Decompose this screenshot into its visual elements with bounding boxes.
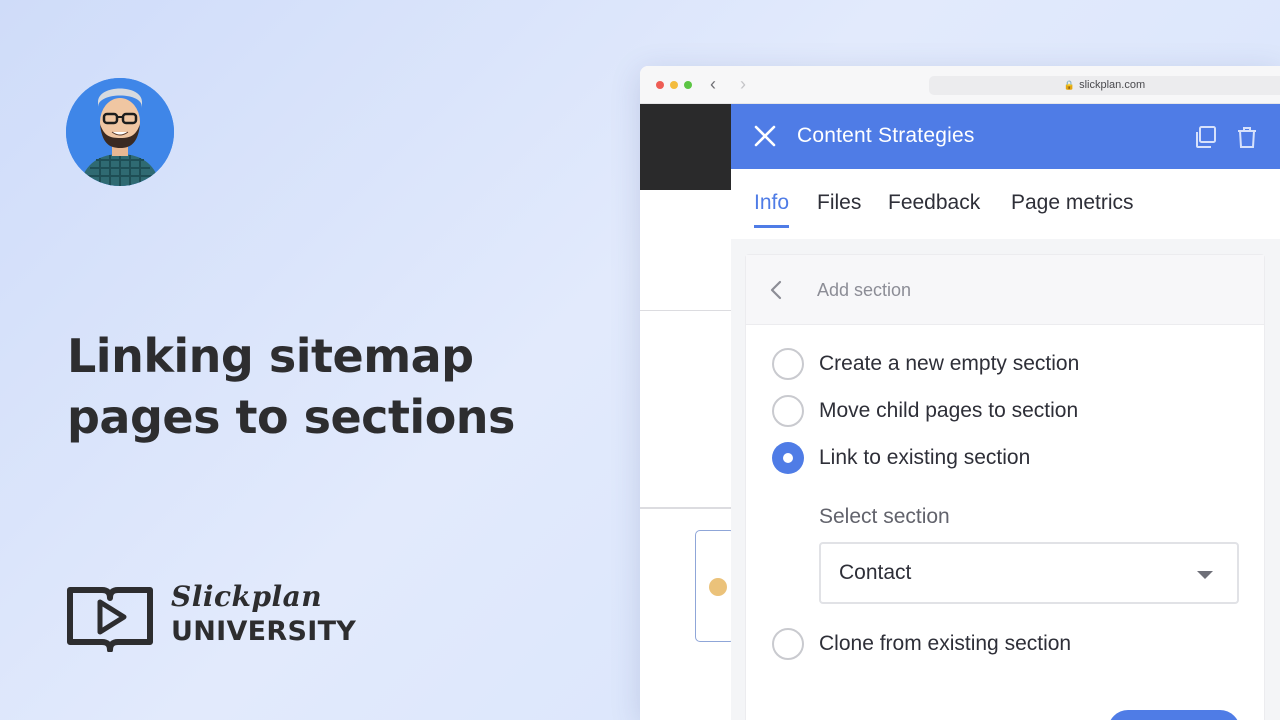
add-section-title: Add section <box>817 280 912 300</box>
radio-button[interactable] <box>772 348 804 380</box>
add-section-card: Add section Create a new empty section M… <box>745 254 1265 720</box>
panel-title: Content Strategies <box>797 124 975 147</box>
address-bar[interactable]: 🔒 slickplan.com <box>929 76 1280 95</box>
select-value: Contact <box>839 561 912 584</box>
submit-button[interactable] <box>1108 710 1240 720</box>
select-section-label: Select section <box>819 505 950 528</box>
lesson-title-line1: Linking sitemap <box>67 329 474 383</box>
maximize-window-button[interactable] <box>684 81 692 89</box>
divider <box>640 310 731 311</box>
option-label: Create a new empty section <box>819 352 1080 375</box>
browser-titlebar: ‹ › 🔒 slickplan.com <box>640 66 1280 104</box>
section-select-dropdown[interactable]: Contact <box>819 542 1239 604</box>
minimize-window-button[interactable] <box>670 81 678 89</box>
lesson-title: Linking sitemap pages to sections <box>67 326 587 448</box>
app-toolbar-bg <box>640 104 731 190</box>
presenter-avatar <box>66 78 174 186</box>
option-label: Move child pages to section <box>819 399 1079 422</box>
add-section-header: Add section <box>746 255 1264 325</box>
close-icon[interactable] <box>751 122 779 150</box>
back-arrow-icon[interactable]: ‹ <box>710 74 716 95</box>
close-window-button[interactable] <box>656 81 664 89</box>
tab-info[interactable]: Info <box>754 191 790 228</box>
option-label: Clone from existing section <box>819 632 1072 655</box>
trash-icon[interactable] <box>1234 124 1260 150</box>
page-status-dot <box>709 578 727 596</box>
sitemap-page-card[interactable] <box>695 530 735 642</box>
panel-header: Content Strategies <box>731 104 1280 169</box>
logo-brand: Slickplan <box>171 580 323 613</box>
lesson-title-line2: pages to sections <box>67 390 515 444</box>
divider <box>640 507 731 509</box>
radio-button[interactable] <box>772 395 804 427</box>
radio-button-checked[interactable] <box>772 442 804 474</box>
radio-button[interactable] <box>772 628 804 660</box>
option-label: Link to existing section <box>819 446 1031 469</box>
tab-feedback[interactable]: Feedback <box>888 191 980 225</box>
slickplan-university-logo: Slickplan UNIVERSITY <box>66 580 386 660</box>
book-play-icon <box>67 587 153 652</box>
page-details-panel: Content Strategies Info Files Feedback P… <box>731 104 1280 720</box>
browser-window: ‹ › 🔒 slickplan.com Content Strategies I… <box>640 66 1280 720</box>
caret-down-icon <box>1197 571 1213 579</box>
panel-tabs: Info Files Feedback Page metrics <box>731 169 1280 239</box>
tab-page-metrics[interactable]: Page metrics <box>1011 191 1134 225</box>
duplicate-icon[interactable] <box>1192 124 1218 150</box>
logo-university: UNIVERSITY <box>171 616 357 647</box>
chevron-left-icon[interactable] <box>768 279 784 301</box>
lock-icon: 🔒 <box>1063 80 1076 90</box>
forward-arrow-icon[interactable]: › <box>740 74 746 95</box>
url-text: slickplan.com <box>1079 79 1146 91</box>
tab-files[interactable]: Files <box>817 191 861 225</box>
